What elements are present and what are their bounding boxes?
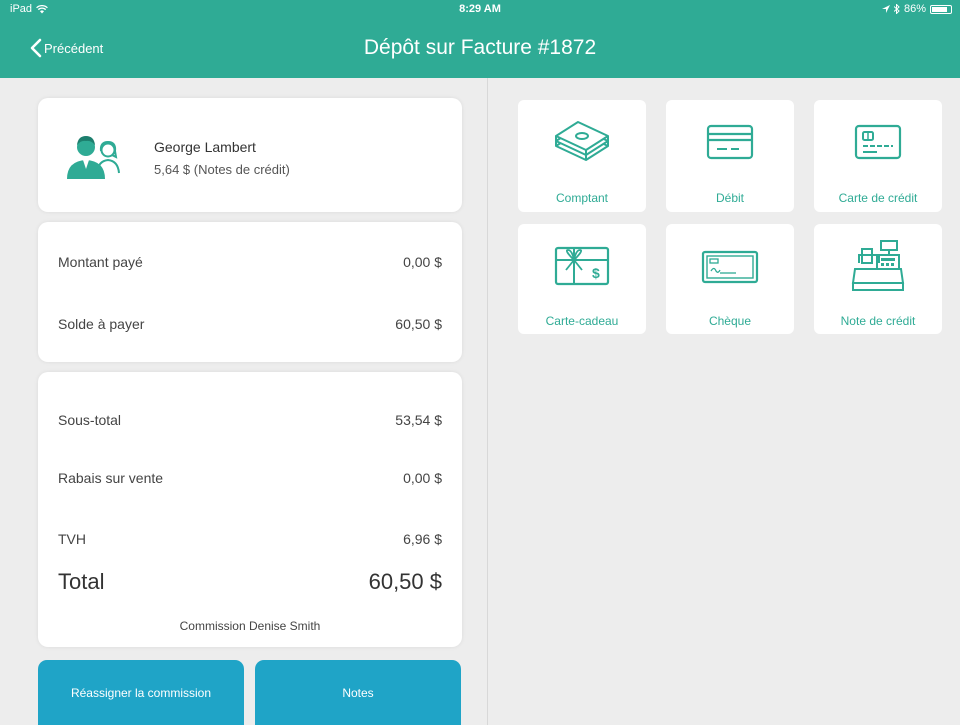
location-icon [881,5,890,13]
payment-gift-card[interactable]: $ Carte-cadeau [518,224,646,334]
total-label: Total [58,569,105,594]
totals-card: Sous-total 53,54 $ Rabais sur vente 0,00… [38,372,462,647]
payment-methods-panel: Comptant Débit Carte de crédit $ Carte-c… [488,78,960,725]
status-time: 8:29 AM [459,3,501,15]
customer-card[interactable]: George Lambert 5,64 $ (Notes de crédit) [38,98,462,212]
notes-button[interactable]: Notes [255,660,461,725]
invoice-summary-panel: George Lambert 5,64 $ (Notes de crédit) … [0,78,487,725]
svg-text:$: $ [592,265,600,281]
balance-due-value: 60,50 $ [395,316,442,332]
balance-due-row: Solde à payer 60,50 $ [58,316,442,332]
amount-paid-value: 0,00 $ [403,254,442,270]
subtotal-label: Sous-total [58,412,122,428]
battery-icon [930,4,952,14]
status-right: 86% [881,3,952,15]
discount-row: Rabais sur vente 0,00 $ [58,470,442,486]
subtotal-row: Sous-total 53,54 $ [58,412,442,428]
customer-credit: 5,64 $ (Notes de crédit) [154,162,290,177]
gift-card-icon: $ [554,246,610,286]
status-bar: iPad 8:29 AM 86% [0,0,960,20]
cash-register-icon [851,240,905,291]
payment-cash-label: Comptant [555,191,609,205]
cheque-icon [701,250,759,284]
payment-credit-card[interactable]: Carte de crédit [814,100,942,212]
payment-credit-note[interactable]: Note de crédit [814,224,942,334]
commission-label: Commission Denise Smith [179,619,321,633]
amount-paid-row: Montant payé 0,00 $ [58,254,442,270]
back-label: Précédent [44,40,104,56]
cash-icon [555,121,609,161]
navigation-bar: Précédent Dépôt sur Facture #1872 [0,28,960,72]
reassign-commission-button[interactable]: Réassigner la commission [38,660,244,725]
page-title: Dépôt sur Facture #1872 [363,36,597,59]
battery-percent: 86% [903,3,926,15]
tax-value: 6,96 $ [403,531,442,547]
debit-card-icon [706,124,754,160]
amount-paid-label: Montant payé [58,254,143,270]
payment-cash[interactable]: Comptant [518,100,646,212]
balance-due-label: Solde à payer [58,316,145,332]
subtotal-value: 53,54 $ [395,412,442,428]
payment-credit-card-label: Carte de crédit [838,191,918,205]
discount-value: 0,00 $ [403,470,442,486]
payment-debit-label: Débit [715,191,744,205]
total-row: Total 60,50 $ [58,569,442,595]
customer-name: George Lambert [154,139,256,155]
payment-gift-card-label: Carte-cadeau [545,314,619,328]
total-value: 60,50 $ [368,569,442,594]
payment-cheque[interactable]: Chèque [666,224,794,334]
balance-card: Montant payé 0,00 $ Solde à payer 60,50 … [38,222,462,362]
back-button[interactable]: Précédent [30,38,103,58]
credit-card-icon [854,124,902,160]
tax-row: TVH 6,96 $ [58,531,442,547]
payment-credit-note-label: Note de crédit [840,314,916,328]
header: iPad 8:29 AM 86% Précédent Dépôt sur Fac… [0,0,960,78]
discount-label: Rabais sur vente [58,470,164,486]
chevron-left-icon [30,38,42,58]
payment-debit[interactable]: Débit [666,100,794,212]
bluetooth-icon [893,4,900,14]
customers-icon [67,136,120,179]
tax-label: TVH [58,531,86,547]
payment-cheque-label: Chèque [708,314,752,328]
